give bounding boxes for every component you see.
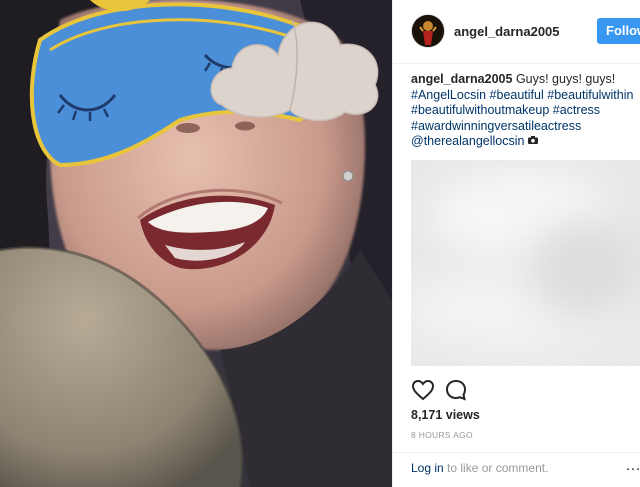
avatar[interactable] xyxy=(412,15,444,47)
caption: angel_darna2005 Guys! guys! guys! #Angel… xyxy=(411,72,639,150)
post-timestamp[interactable]: 8 HOURS AGO xyxy=(411,430,473,440)
follow-button[interactable]: Follow xyxy=(597,18,640,44)
caption-text: Guys! guys! guys! xyxy=(515,72,616,86)
login-link[interactable]: Log in xyxy=(411,461,444,475)
hashtag-link[interactable]: #beautifulwithin xyxy=(547,88,633,102)
mention-link[interactable]: @therealangellocsin xyxy=(411,134,524,148)
post-header: angel_darna2005 Follow xyxy=(393,0,640,64)
more-icon[interactable]: … xyxy=(625,457,640,475)
heart-icon[interactable] xyxy=(411,378,435,402)
hashtag-link[interactable]: #beautifulwithoutmakeup xyxy=(411,103,549,117)
comment-icon[interactable] xyxy=(444,378,468,402)
view-count: 8,171 views xyxy=(411,408,480,422)
post-sidebar: angel_darna2005 Follow angel_darna2005 G… xyxy=(392,0,640,487)
login-prompt: Log in to like or comment. xyxy=(411,461,548,475)
camera-icon xyxy=(527,134,538,150)
hashtag-link[interactable]: #actress xyxy=(553,103,600,117)
username-link[interactable]: angel_darna2005 xyxy=(454,24,560,39)
blurred-comments xyxy=(411,160,640,366)
comment-footer: Log in to like or comment. … xyxy=(393,452,640,487)
hashtag-link[interactable]: #awardwinningversatileactress xyxy=(411,119,581,133)
hashtag-link[interactable]: #beautiful xyxy=(490,88,544,102)
hashtag-link[interactable]: #AngelLocsin xyxy=(411,88,486,102)
caption-username[interactable]: angel_darna2005 xyxy=(411,72,512,86)
post-photo[interactable] xyxy=(0,0,392,487)
login-prompt-text: to like or comment. xyxy=(447,461,549,475)
post-photo-artwork xyxy=(0,0,392,487)
